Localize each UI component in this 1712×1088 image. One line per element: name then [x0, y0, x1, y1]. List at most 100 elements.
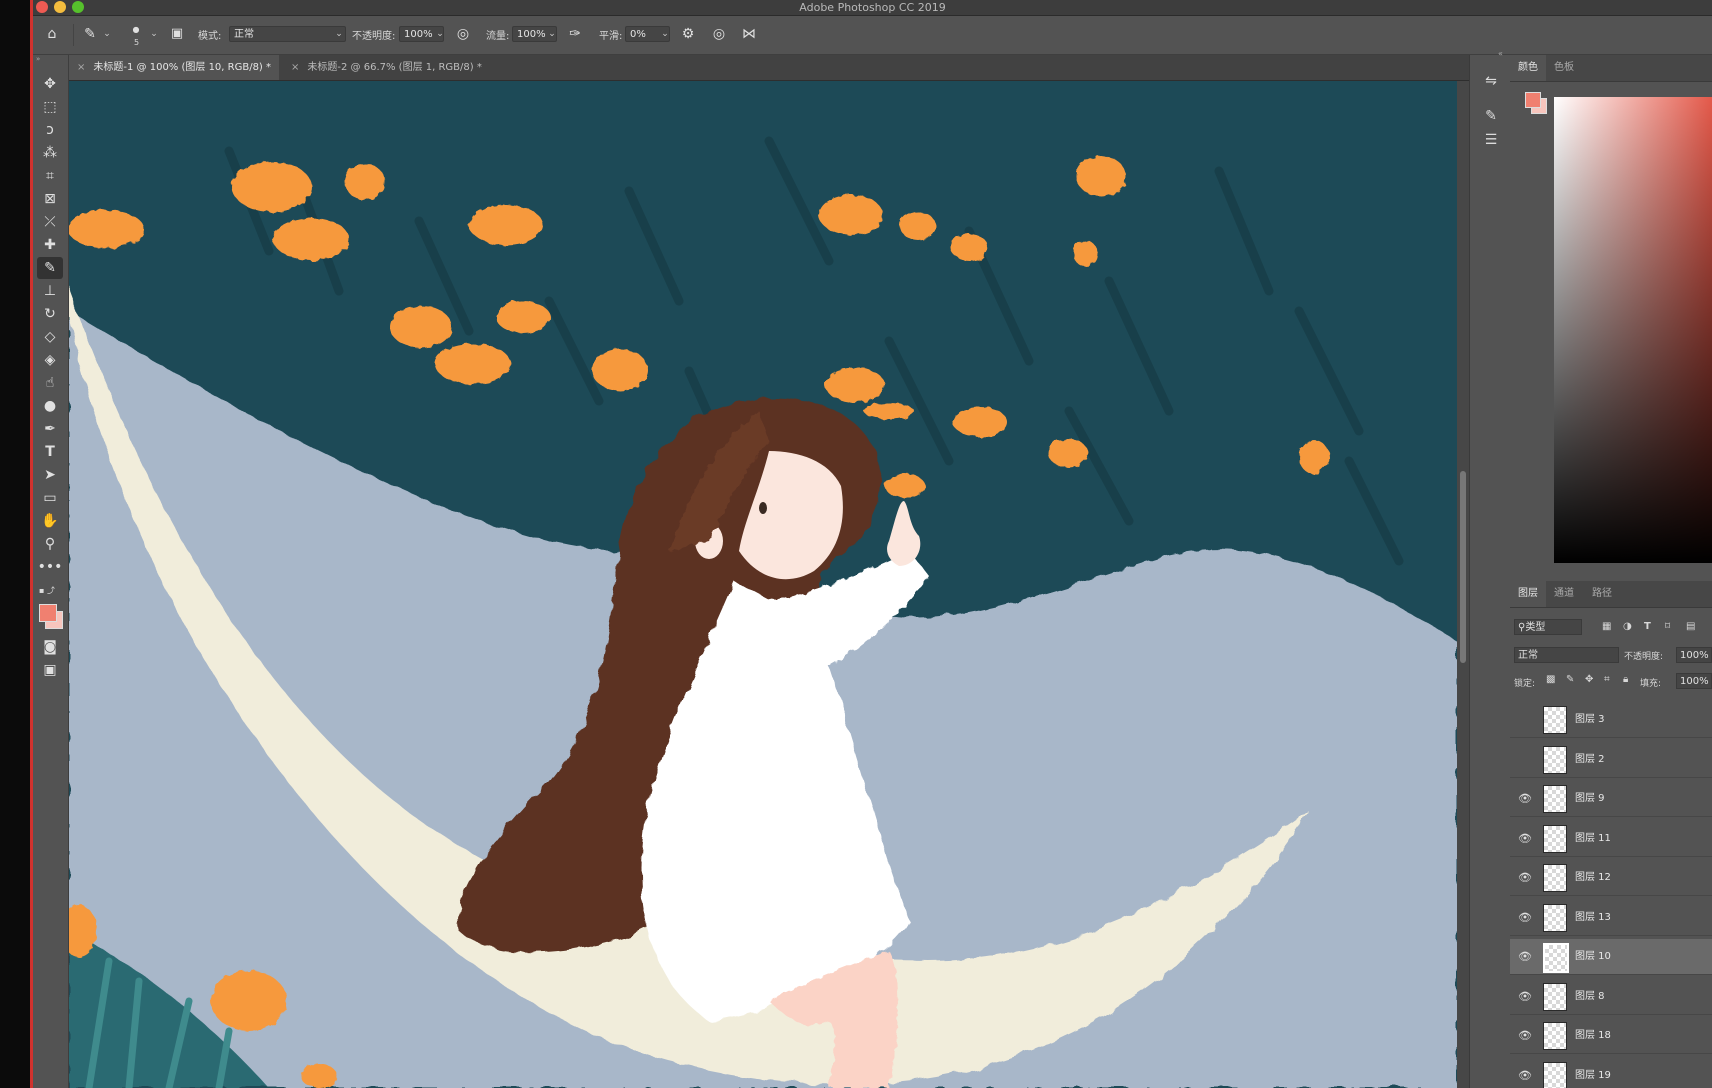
scrollbar-thumb[interactable]: [1460, 471, 1466, 663]
visibility-eye-icon[interactable]: 👁︎: [1518, 792, 1532, 806]
visibility-eye-icon[interactable]: 👁︎: [1518, 871, 1532, 885]
layer-thumbnail[interactable]: [1543, 1022, 1567, 1050]
brush-preset-chevron-icon[interactable]: ⌄: [99, 26, 115, 42]
healing-icon[interactable]: ✚: [37, 234, 63, 256]
canvas-scrollbar[interactable]: [1457, 81, 1469, 1088]
layer-row[interactable]: 👁︎ 图层 9: [1510, 781, 1712, 817]
rectangle-icon[interactable]: ▭: [37, 487, 63, 509]
swap-colors-icon[interactable]: ▪ ⤴: [39, 585, 63, 595]
layer-row[interactable]: 👁︎ 图层 10: [1510, 939, 1712, 975]
layer-name[interactable]: 图层 3: [1575, 702, 1605, 737]
filter-pixel-icon[interactable]: ▦: [1602, 621, 1611, 632]
layer-thumbnail[interactable]: [1543, 943, 1569, 973]
visibility-eye-icon[interactable]: 👁︎: [1518, 911, 1532, 925]
layer-thumbnail[interactable]: [1543, 785, 1567, 813]
gear-icon[interactable]: ⚙: [678, 24, 698, 44]
pressure-size-icon[interactable]: ◎: [709, 24, 729, 44]
lasso-icon[interactable]: ↄ: [37, 119, 63, 141]
layer-name[interactable]: 图层 2: [1575, 742, 1605, 777]
more-icon[interactable]: •••: [37, 556, 63, 578]
layer-name[interactable]: 图层 18: [1575, 1018, 1611, 1053]
lock-transparency-icon[interactable]: ▩: [1546, 674, 1555, 685]
tab-document-2[interactable]: × 未标题-2 @ 66.7% (图层 1, RGB/8) *: [283, 55, 503, 80]
opacity-chevron-icon[interactable]: ⌄: [432, 26, 448, 42]
tab-layers[interactable]: 图层: [1510, 581, 1546, 607]
layer-row[interactable]: 👁︎ 图层 2: [1510, 742, 1712, 778]
visibility-eye-icon[interactable]: 👁︎: [1518, 1029, 1532, 1043]
dodge-icon[interactable]: ●: [37, 395, 63, 417]
layer-thumbnail[interactable]: [1543, 745, 1567, 774]
layer-name[interactable]: 图层 10: [1575, 939, 1611, 974]
symmetry-icon[interactable]: ⋈: [739, 24, 759, 44]
move-icon[interactable]: ✥: [37, 73, 63, 95]
magic-wand-icon[interactable]: ⁂: [37, 142, 63, 164]
history-brush-icon[interactable]: ↻: [37, 303, 63, 325]
visibility-eye-icon[interactable]: 👁︎: [1518, 1069, 1532, 1083]
home-icon[interactable]: ⌂: [42, 24, 62, 44]
color-panel-foreground-swatch[interactable]: [1525, 92, 1541, 108]
layer-name[interactable]: 图层 9: [1575, 781, 1605, 816]
blend-mode-select[interactable]: 正常: [1514, 647, 1619, 663]
layer-row[interactable]: 👁︎ 图层 18: [1510, 1018, 1712, 1054]
layer-filter-select[interactable]: ⚲类型: [1514, 619, 1582, 635]
hand-icon[interactable]: ✋: [37, 510, 63, 532]
pressure-opacity-icon[interactable]: ◎: [453, 24, 473, 44]
tab-paths[interactable]: 路径: [1584, 581, 1620, 607]
eraser-icon[interactable]: ◇: [37, 326, 63, 348]
tools-collapse-icon[interactable]: »: [33, 55, 71, 63]
smoothing-chevron-icon[interactable]: ⌄: [657, 26, 673, 42]
visibility-eye-icon[interactable]: 👁︎: [1518, 990, 1532, 1004]
lock-pixels-icon[interactable]: ✎: [1566, 674, 1574, 685]
filter-adjustment-icon[interactable]: ◑: [1623, 621, 1632, 632]
layer-row[interactable]: 👁︎ 图层 3: [1510, 702, 1712, 738]
smudge-icon[interactable]: ☝: [37, 372, 63, 394]
layer-name[interactable]: 图层 11: [1575, 821, 1611, 856]
mode-select[interactable]: 正常: [229, 26, 346, 42]
brush-icon[interactable]: ✎: [37, 257, 63, 279]
layer-name[interactable]: 图层 8: [1575, 979, 1605, 1014]
bucket-icon[interactable]: ◈: [37, 349, 63, 371]
fill-field[interactable]: 100%: [1676, 673, 1712, 689]
visibility-eye-icon[interactable]: 👁︎: [1518, 713, 1532, 727]
layer-row[interactable]: 👁︎ 图层 13: [1510, 900, 1712, 936]
visibility-eye-icon[interactable]: 👁︎: [1518, 950, 1532, 964]
adjustments-icon[interactable]: ☰: [1480, 129, 1502, 151]
type-icon[interactable]: T: [37, 441, 63, 463]
lock-position-icon[interactable]: ✥: [1585, 674, 1593, 685]
brush-panel-toggle-icon[interactable]: ▣: [167, 24, 187, 44]
path-select-icon[interactable]: ➤: [37, 464, 63, 486]
dock-collapse-icon[interactable]: «: [1498, 49, 1503, 58]
eyedropper-icon[interactable]: ⤫: [37, 211, 63, 233]
mode-chevron-icon[interactable]: ⌄: [331, 26, 347, 42]
tab-channels[interactable]: 通道: [1546, 581, 1582, 607]
color-picker-field[interactable]: [1554, 97, 1712, 563]
visibility-eye-icon[interactable]: 👁︎: [1518, 753, 1532, 767]
layer-row[interactable]: 👁︎ 图层 12: [1510, 860, 1712, 896]
lock-artboard-icon[interactable]: ⌗: [1604, 674, 1610, 685]
frame-icon[interactable]: ⊠: [37, 188, 63, 210]
filter-shape-icon[interactable]: ⌑: [1665, 621, 1670, 632]
layer-row[interactable]: 👁︎ 图层 11: [1510, 821, 1712, 857]
tab-color[interactable]: 颜色: [1510, 55, 1546, 81]
layer-thumbnail[interactable]: [1543, 903, 1567, 932]
layer-thumbnail[interactable]: [1543, 824, 1567, 853]
airbrush-icon[interactable]: ✑: [565, 24, 585, 44]
brush-settings-icon[interactable]: ✎: [1480, 105, 1502, 127]
brush-size-chevron-icon[interactable]: ⌄: [146, 26, 162, 42]
marquee-icon[interactable]: ⬚: [37, 96, 63, 118]
layer-row[interactable]: 👁︎ 图层 19: [1510, 1058, 1712, 1088]
history-panel-icon[interactable]: ⇋: [1480, 70, 1502, 92]
crop-icon[interactable]: ⌗: [37, 165, 63, 187]
tab-document-1[interactable]: × 未标题-1 @ 100% (图层 10, RGB/8) *: [69, 55, 279, 80]
tab-close-icon[interactable]: ×: [291, 62, 299, 73]
foreground-color-swatch[interactable]: [39, 604, 57, 622]
zoom-icon[interactable]: ⚲: [37, 533, 63, 555]
screen-mode-icon[interactable]: ▣: [37, 659, 63, 681]
flow-chevron-icon[interactable]: ⌄: [544, 26, 560, 42]
layer-thumbnail[interactable]: [1543, 864, 1567, 892]
layer-name[interactable]: 图层 12: [1575, 860, 1611, 895]
layer-name[interactable]: 图层 13: [1575, 900, 1611, 935]
lock-all-icon[interactable]: 🔒︎: [1623, 674, 1628, 685]
pen-icon[interactable]: ✒: [37, 418, 63, 440]
visibility-eye-icon[interactable]: 👁︎: [1518, 832, 1532, 846]
